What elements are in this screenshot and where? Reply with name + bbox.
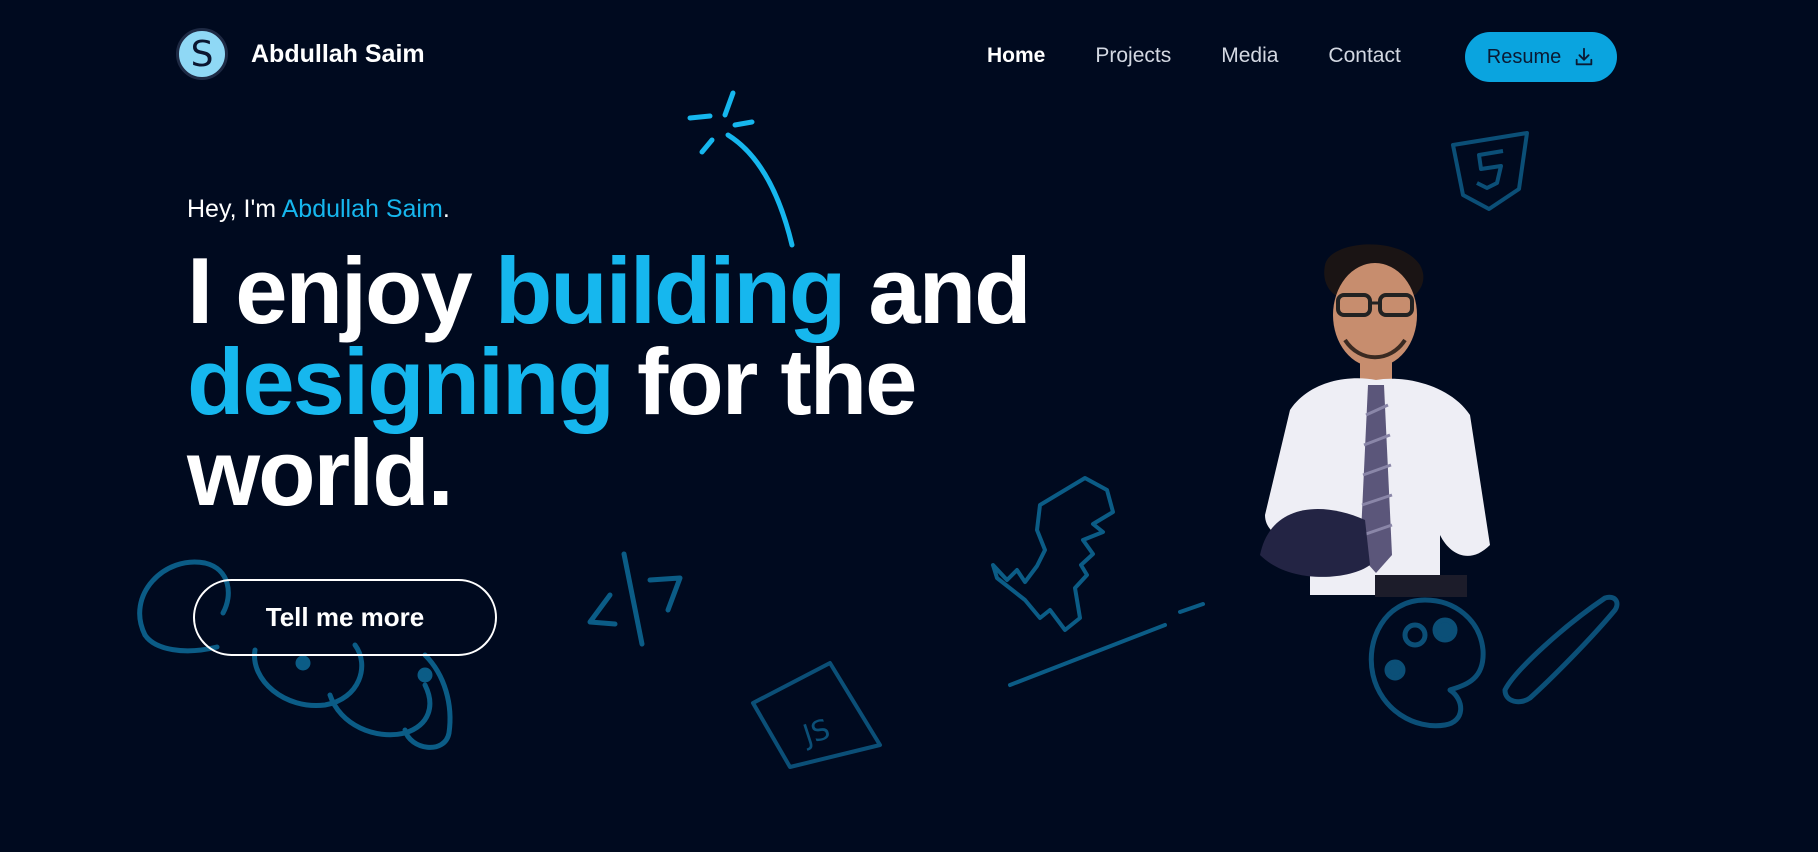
nav-item-projects[interactable]: Projects xyxy=(1095,44,1171,68)
logo-icon: S xyxy=(176,28,228,80)
nav-item-contact[interactable]: Contact xyxy=(1328,44,1400,68)
sparkle-doodle-icon xyxy=(687,90,795,248)
nav-item-media[interactable]: Media xyxy=(1221,44,1278,68)
nav-menu: Home Projects Media Contact xyxy=(987,44,1451,68)
top-navigation: S Abdullah Saim Home Projects Media Cont… xyxy=(0,0,1818,115)
profile-photo xyxy=(1260,244,1490,597)
headline-accent-building: building xyxy=(494,238,846,343)
html5-doodle-icon xyxy=(1451,131,1529,211)
headline-part-2: and xyxy=(844,238,1031,343)
tell-me-more-button[interactable]: Tell me more xyxy=(193,579,497,656)
resume-label: Resume xyxy=(1486,45,1562,68)
js-file-doodle-icon: JS xyxy=(751,661,882,769)
greeting-name: Abdullah Saim xyxy=(281,195,443,223)
brand-logo-link[interactable]: S Abdullah Saim xyxy=(176,28,425,80)
js-badge-text: JS xyxy=(797,712,834,752)
hero-headline: I enjoy building and designing for the w… xyxy=(187,244,1047,520)
greeting-prefix: Hey, I'm xyxy=(187,195,282,223)
headline-part-1: I enjoy xyxy=(187,238,495,343)
resume-button[interactable]: Resume xyxy=(1465,32,1617,82)
greeting-suffix: . xyxy=(442,195,450,223)
logo-letter: S xyxy=(190,33,214,75)
brand-name: Abdullah Saim xyxy=(251,39,425,68)
code-tag-doodle-icon xyxy=(587,551,683,647)
hero-greeting: Hey, I'm Abdullah Saim. xyxy=(187,195,450,224)
download-icon xyxy=(1575,47,1593,66)
headline-accent-designing: designing xyxy=(187,329,615,434)
nav-item-home[interactable]: Home xyxy=(987,44,1045,68)
